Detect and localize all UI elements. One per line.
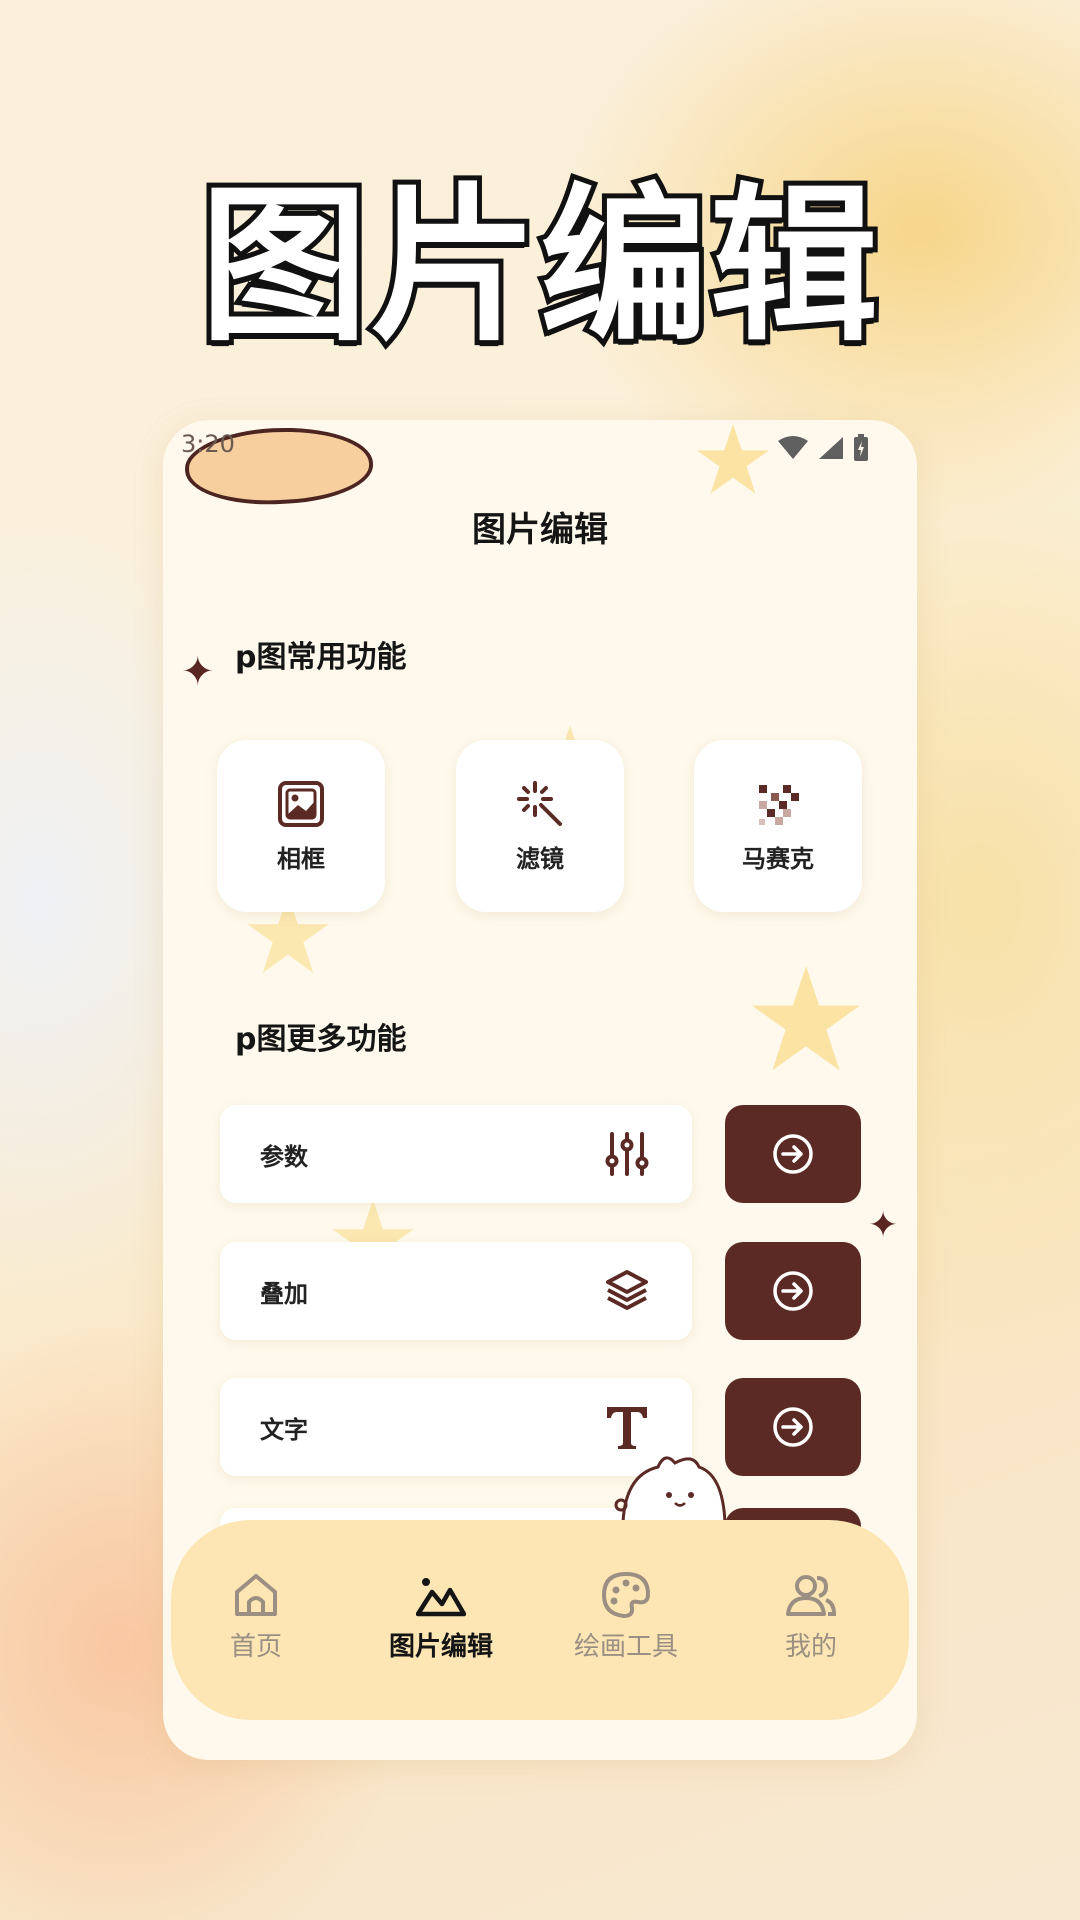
more-row-text: 文字 <box>220 1378 861 1476</box>
palette-icon <box>601 1571 651 1619</box>
arrow-right-circle-icon <box>773 1134 813 1174</box>
star-decoration <box>752 966 860 1071</box>
battery-icon <box>854 434 868 461</box>
tab-mine[interactable]: 我的 <box>726 1570 896 1680</box>
more-item-label: 文字 <box>260 1416 308 1444</box>
tab-drawing-tools[interactable]: 绘画工具 <box>541 1570 711 1680</box>
wifi-icon <box>778 436 808 459</box>
more-item-params[interactable]: 参数 <box>220 1105 692 1203</box>
photo-frame-icon <box>278 780 324 827</box>
users-icon <box>786 1575 837 1616</box>
tab-image-edit[interactable]: 图片编辑 <box>356 1570 526 1680</box>
go-button-params[interactable] <box>725 1105 861 1203</box>
tool-card-label: 滤镜 <box>516 844 564 873</box>
arrow-right-circle-icon <box>773 1271 813 1311</box>
hero-title: 图片编辑 <box>195 163 883 369</box>
mountain-icon <box>416 1578 466 1617</box>
tool-card-filter[interactable]: 滤镜 <box>456 740 624 912</box>
layers-icon <box>600 1264 654 1318</box>
more-row-params: 参数 <box>220 1105 861 1203</box>
tool-card-label: 相框 <box>277 844 325 873</box>
tab-label: 我的 <box>784 1632 837 1662</box>
more-row-overlay: 叠加 <box>220 1242 861 1340</box>
tab-home[interactable]: 首页 <box>171 1570 341 1680</box>
home-icon <box>235 1574 277 1616</box>
tab-label: 绘画工具 <box>573 1632 678 1662</box>
status-bar: 3:20 <box>163 420 917 509</box>
signal-icon <box>819 437 843 459</box>
sparkle-decoration: ✦ <box>181 649 215 695</box>
section-title-more: p图更多功能 <box>235 1022 407 1057</box>
tab-label: 首页 <box>229 1632 282 1662</box>
mosaic-icon <box>759 784 799 825</box>
tab-label: 图片编辑 <box>388 1632 493 1662</box>
go-button-overlay[interactable] <box>725 1242 861 1340</box>
go-button-text[interactable] <box>725 1378 861 1476</box>
cat-doodle-decoration <box>614 1456 727 1524</box>
tool-card-label: 马赛克 <box>742 844 814 873</box>
magic-wand-icon <box>517 780 562 826</box>
more-item-label: 叠加 <box>260 1280 308 1308</box>
sparkle-decoration: ✦ <box>868 1205 899 1246</box>
phone-screen: ✦ ✦ 3:20 图片编辑 p图常用功能 相框 滤镜 马赛克 p图更多功能 参数… <box>163 420 917 1760</box>
more-item-overlay[interactable]: 叠加 <box>220 1242 692 1340</box>
status-time: 3:20 <box>181 430 235 458</box>
tool-card-frame[interactable]: 相框 <box>217 740 385 912</box>
arrow-right-circle-icon <box>773 1407 813 1447</box>
section-title-common: p图常用功能 <box>235 640 407 675</box>
bottom-tab-bar: 首页 图片编辑 绘画工具 我的 <box>171 1520 909 1720</box>
page-title: 图片编辑 <box>472 510 608 550</box>
tool-card-mosaic[interactable]: 马赛克 <box>694 740 862 912</box>
sliders-icon <box>600 1127 654 1181</box>
more-item-label: 参数 <box>260 1143 308 1171</box>
status-icons <box>777 434 869 462</box>
